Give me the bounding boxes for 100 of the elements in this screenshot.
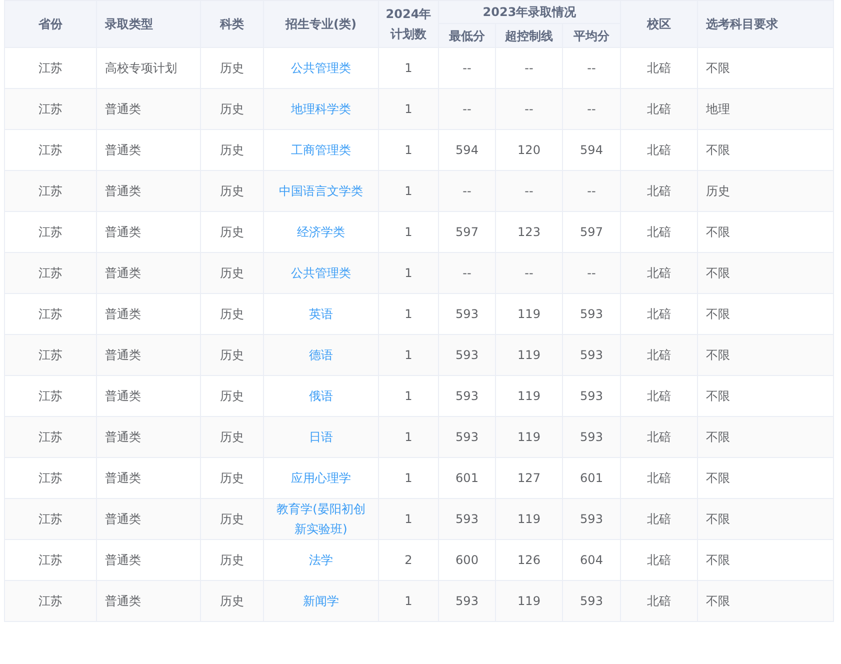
- table-cell: 北碚: [647, 307, 672, 321]
- table-cell: 597: [456, 225, 478, 239]
- table-cell: 历史: [220, 594, 244, 608]
- table-cell: 历史: [220, 389, 244, 403]
- table-cell: 1: [404, 143, 412, 157]
- table-cell: 1: [404, 61, 412, 75]
- table-cell: 江苏: [38, 307, 62, 321]
- table-cell: 119: [518, 430, 540, 444]
- table-cell: --: [587, 184, 596, 198]
- table-cell: --: [587, 102, 596, 116]
- table-cell: 地理: [706, 102, 730, 116]
- table-cell: 593: [580, 389, 603, 403]
- table-cell: 历史: [220, 184, 244, 198]
- table-cell: 历史: [220, 307, 244, 321]
- table-cell: 普通类: [105, 471, 141, 485]
- table-cell: 593: [456, 307, 478, 321]
- table-cell: 不限: [706, 553, 730, 567]
- table-cell: 北碚: [647, 266, 672, 280]
- table-cell: 120: [518, 143, 540, 157]
- table-cell: 119: [518, 512, 540, 526]
- table-cell: 北碚: [647, 184, 672, 198]
- table-cell: 1: [404, 512, 412, 526]
- column-header: 录取类型: [105, 17, 153, 31]
- table-cell: 北碚: [647, 348, 672, 362]
- major-link[interactable]: 新闻学: [303, 591, 339, 612]
- table-cell: 普通类: [105, 143, 141, 157]
- table-cell: 高校专项计划: [105, 61, 177, 75]
- table-cell: 604: [580, 553, 603, 567]
- table-cell: 593: [580, 512, 603, 526]
- major-link[interactable]: 英语: [309, 304, 333, 324]
- table-cell: 1: [404, 307, 412, 321]
- table-cell: 历史: [220, 102, 244, 116]
- table-cell: 119: [518, 389, 540, 403]
- table-cell: 593: [456, 430, 478, 444]
- table-cell: --: [462, 184, 472, 198]
- table-cell: --: [524, 61, 534, 75]
- table-cell: 1: [404, 225, 412, 239]
- major-link[interactable]: 德语: [309, 345, 333, 366]
- table-cell: 600: [456, 553, 478, 567]
- table-cell: 普通类: [105, 225, 141, 239]
- table-cell: --: [462, 61, 472, 75]
- table-cell: 历史: [220, 143, 244, 157]
- table-cell: 不限: [706, 143, 730, 157]
- table-cell: 不限: [706, 594, 730, 608]
- major-link[interactable]: 日语: [309, 427, 333, 448]
- table-cell: 597: [580, 225, 603, 239]
- table-cell: 普通类: [105, 102, 141, 116]
- table-cell: 北碚: [647, 389, 672, 403]
- table-cell: 历史: [220, 512, 244, 526]
- table-cell: 1: [404, 102, 412, 116]
- table-cell: 北碚: [647, 553, 672, 567]
- table-cell: 北碚: [647, 594, 672, 608]
- table-cell: 普通类: [105, 430, 141, 444]
- table-cell: 普通类: [105, 307, 141, 321]
- table-cell: 1: [404, 594, 412, 608]
- column-header: 科类: [220, 17, 244, 31]
- table-cell: 1: [404, 266, 412, 280]
- column-header: 平均分: [574, 28, 610, 42]
- column-header: 选考科目要求: [706, 17, 778, 31]
- table-cell: 北碚: [647, 471, 672, 485]
- table-cell: --: [462, 266, 472, 280]
- major-link[interactable]: 法学: [309, 550, 333, 570]
- table-cell: 601: [456, 471, 478, 485]
- table-cell: 江苏: [38, 430, 62, 444]
- table-cell: 江苏: [38, 266, 62, 280]
- column-header: 省份: [38, 17, 62, 31]
- table-cell: 1: [404, 430, 412, 444]
- table-cell: 普通类: [105, 389, 141, 403]
- table-cell: 126: [518, 553, 540, 567]
- column-group-header: 2023年录取情况: [482, 5, 576, 19]
- column-header: 校区: [647, 17, 672, 31]
- table-cell: 江苏: [38, 348, 62, 362]
- table-cell: 593: [456, 348, 478, 362]
- table-cell: 不限: [706, 266, 730, 280]
- table-cell: 1: [404, 348, 412, 362]
- column-header: 超控制线: [505, 28, 553, 42]
- table-cell: 江苏: [38, 143, 62, 157]
- column-header: 2024年 计划数: [386, 7, 432, 41]
- table-cell: 594: [456, 143, 478, 157]
- column-header: 招生专业(类): [286, 17, 356, 31]
- table-cell: 北碚: [647, 430, 672, 444]
- table-cell: 594: [580, 143, 603, 157]
- table-cell: 江苏: [38, 184, 62, 198]
- table-cell: --: [587, 61, 596, 75]
- table-cell: 不限: [706, 348, 730, 362]
- table-cell: 历史: [220, 553, 244, 567]
- table-cell: 不限: [706, 389, 730, 403]
- table-cell: 普通类: [105, 184, 141, 198]
- table-cell: 江苏: [38, 553, 62, 567]
- table-cell: 江苏: [38, 594, 62, 608]
- table-cell: 江苏: [38, 389, 62, 403]
- table-cell: 北碚: [647, 143, 672, 157]
- table-cell: --: [524, 102, 534, 116]
- table-cell: 历史: [220, 225, 244, 239]
- table-cell: 北碚: [647, 512, 672, 526]
- table-cell: 119: [518, 348, 540, 362]
- table-cell: 北碚: [647, 102, 672, 116]
- table-cell: --: [587, 266, 596, 280]
- major-link[interactable]: 俄语: [309, 386, 333, 406]
- table-cell: 123: [518, 225, 540, 239]
